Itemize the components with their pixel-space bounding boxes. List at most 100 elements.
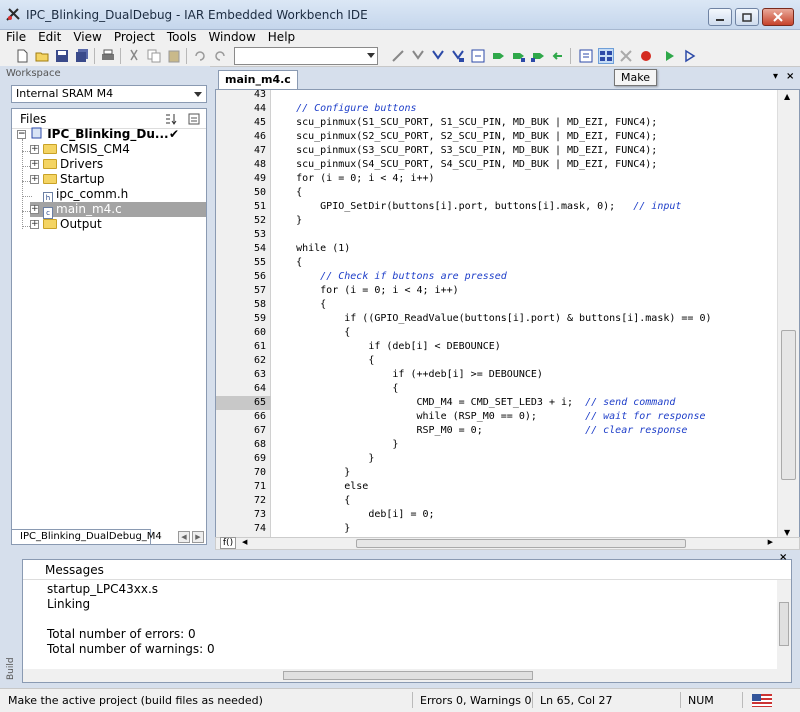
code-line[interactable]: scu_pinmux(S2_SCU_PORT, S2_SCU_PIN, MD_B…	[272, 130, 777, 144]
options-icon[interactable]	[188, 113, 200, 125]
code-line[interactable]: else	[272, 480, 777, 494]
message-line[interactable]: Total number of warnings: 0	[47, 642, 215, 657]
scroll-right-icon[interactable]: ▶	[768, 538, 773, 546]
code-line[interactable]: }	[272, 438, 777, 452]
menu-project[interactable]: Project	[108, 30, 161, 45]
menu-edit[interactable]: Edit	[32, 30, 67, 45]
code-line[interactable]: {	[272, 494, 777, 508]
code-line[interactable]	[272, 228, 777, 242]
code-line[interactable]: if ((GPIO_ReadValue(buttons[i].port) & b…	[272, 312, 777, 326]
find-button[interactable]	[390, 48, 406, 64]
debug-without-download-button[interactable]	[682, 48, 698, 64]
tree-file-main-m4[interactable]: + c main_m4.c	[30, 202, 206, 219]
redo-button[interactable]	[212, 48, 228, 64]
new-file-button[interactable]	[14, 48, 30, 64]
tab-menu-icon[interactable]: ▾	[773, 71, 778, 82]
tree-project[interactable]: − IPC_Blinking_Du... ✔	[17, 127, 179, 142]
code-line[interactable]: }	[272, 452, 777, 466]
code-line[interactable]: {	[272, 354, 777, 368]
find-next-button[interactable]	[410, 48, 426, 64]
workspace-tab[interactable]: IPC_Blinking_DualDebug_M4	[11, 529, 162, 545]
messages-hscroll-thumb[interactable]	[283, 671, 533, 680]
tree-folder-startup[interactable]: + Startup	[30, 172, 105, 187]
next-bookmark-button[interactable]	[510, 48, 526, 64]
scroll-left-icon[interactable]: ◀	[178, 531, 190, 543]
code-line[interactable]: // Check if buttons are pressed	[272, 270, 777, 284]
save-button[interactable]	[54, 48, 70, 64]
open-button[interactable]	[34, 48, 50, 64]
build-side-tab[interactable]: Build	[6, 650, 18, 680]
paste-button[interactable]	[166, 48, 182, 64]
code-line[interactable]: while (RSP_M0 == 0); // wait for respons…	[272, 410, 777, 424]
code-line[interactable]: while (1)	[272, 242, 777, 256]
replace-button[interactable]	[450, 48, 466, 64]
code-line[interactable]: {	[272, 186, 777, 200]
code-line[interactable]: scu_pinmux(S1_SCU_PORT, S1_SCU_PIN, MD_B…	[272, 116, 777, 130]
code-line[interactable]: RSP_M0 = 0; // clear response	[272, 424, 777, 438]
toggle-bookmark-button[interactable]	[490, 48, 506, 64]
code-line[interactable]: // Configure buttons	[272, 102, 777, 116]
code-line[interactable]: if (deb[i] < DEBOUNCE)	[272, 340, 777, 354]
code-line[interactable]: scu_pinmux(S3_SCU_PORT, S3_SCU_PIN, MD_B…	[272, 144, 777, 158]
minimize-button[interactable]	[708, 8, 732, 26]
cut-button[interactable]	[126, 48, 142, 64]
find-prev-button[interactable]	[430, 48, 446, 64]
tree-folder-cmsis[interactable]: + CMSIS_CM4	[30, 142, 130, 157]
code-line[interactable]: for (i = 0; i < 4; i++)	[272, 284, 777, 298]
menu-file[interactable]: File	[0, 30, 32, 45]
scroll-right-icon[interactable]: ▶	[192, 531, 204, 543]
code-line[interactable]: {	[272, 256, 777, 270]
menu-help[interactable]: Help	[262, 30, 301, 45]
nav-back-button[interactable]	[550, 48, 566, 64]
message-line[interactable]: startup_LPC43xx.s	[47, 582, 158, 597]
maximize-button[interactable]	[735, 8, 759, 26]
build-config-select[interactable]: Internal SRAM M4	[11, 85, 207, 103]
tab-main-m4[interactable]: main_m4.c	[218, 70, 298, 89]
code-line[interactable]: {	[272, 326, 777, 340]
close-window-button[interactable]	[762, 8, 794, 26]
code-line[interactable]	[272, 90, 777, 102]
undo-button[interactable]	[192, 48, 208, 64]
sort-icon[interactable]	[164, 113, 178, 125]
messages-horizontal-scrollbar[interactable]	[23, 669, 791, 682]
tree-file-ipc-comm[interactable]: h ipc_comm.h	[30, 187, 128, 204]
toggle-breakpoint-button[interactable]	[638, 48, 654, 64]
tree-folder-output[interactable]: + Output	[30, 217, 102, 232]
message-line[interactable]: Total number of errors: 0	[47, 627, 196, 642]
menu-window[interactable]: Window	[202, 30, 261, 45]
function-list-button[interactable]: f()	[220, 537, 236, 549]
close-tab-icon[interactable]: ×	[786, 71, 794, 82]
scroll-left-icon[interactable]: ◀	[242, 538, 247, 546]
code-line[interactable]: }	[272, 214, 777, 228]
menu-view[interactable]: View	[67, 30, 107, 45]
menu-tools[interactable]: Tools	[161, 30, 203, 45]
code-editor[interactable]: 43 44 45 46 47 48 49 50 51 52 53 54 55 56 57 58 59 60 61 62…	[215, 89, 800, 539]
editor-vertical-scrollbar[interactable]: ▲ ▼	[777, 90, 799, 539]
messages-vertical-scrollbar[interactable]	[777, 580, 791, 670]
stop-build-button[interactable]	[618, 48, 634, 64]
go-to-button[interactable]	[470, 48, 486, 64]
save-all-button[interactable]	[74, 48, 90, 64]
make-button[interactable]	[598, 48, 614, 64]
message-line[interactable]: Linking	[47, 597, 90, 612]
code-line[interactable]: if (++deb[i] >= DEBOUNCE)	[272, 368, 777, 382]
code-line[interactable]: scu_pinmux(S4_SCU_PORT, S4_SCU_PIN, MD_B…	[272, 158, 777, 172]
code-line[interactable]: CMD_M4 = CMD_SET_LED3 + i; // send comma…	[272, 396, 777, 410]
editor-hscroll-thumb[interactable]	[356, 539, 686, 548]
code-line[interactable]: GPIO_SetDir(buttons[i].port, buttons[i].…	[272, 200, 777, 214]
editor-horizontal-scrollbar[interactable]: f() ◀ ▶	[215, 537, 800, 550]
editor-scroll-thumb[interactable]	[781, 330, 796, 480]
tree-folder-drivers[interactable]: + Drivers	[30, 157, 103, 172]
code-line[interactable]: {	[272, 298, 777, 312]
prev-bookmark-button[interactable]	[530, 48, 546, 64]
code-line[interactable]: {	[272, 382, 777, 396]
download-and-debug-button[interactable]	[662, 48, 678, 64]
code-line[interactable]: }	[272, 466, 777, 480]
code-line[interactable]: }	[272, 522, 777, 536]
scroll-up-icon[interactable]: ▲	[784, 92, 790, 101]
find-combo[interactable]	[234, 47, 378, 65]
code-line[interactable]: deb[i] = 0;	[272, 508, 777, 522]
compile-button[interactable]	[578, 48, 594, 64]
messages-scroll-thumb[interactable]	[779, 602, 789, 646]
print-button[interactable]	[100, 48, 116, 64]
